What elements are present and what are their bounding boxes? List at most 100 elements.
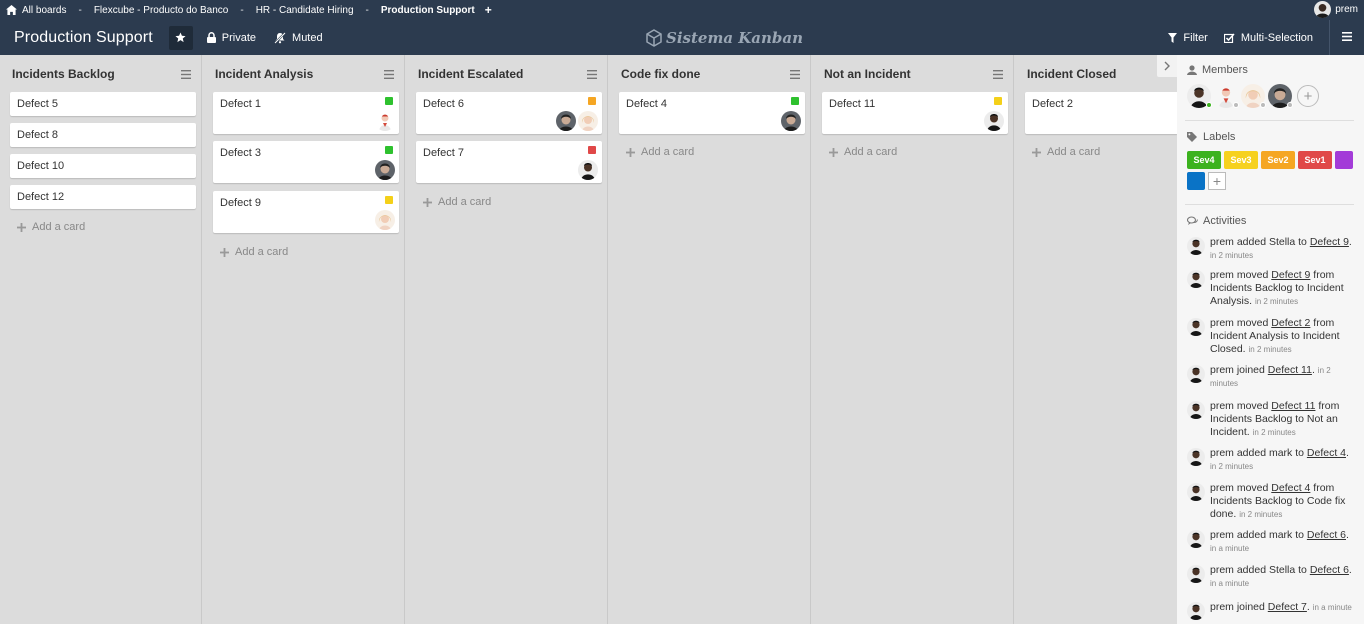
card-title: Defect 10 bbox=[17, 160, 65, 172]
label-sev3-marker bbox=[994, 97, 1002, 105]
card-defect-12[interactable]: Defect 12 bbox=[10, 185, 196, 209]
collapse-sidebar-button[interactable] bbox=[1157, 55, 1177, 77]
card-defect-4[interactable]: Defect 4 bbox=[619, 92, 805, 134]
member-avatar-stella[interactable] bbox=[1241, 84, 1266, 108]
label-sev2[interactable]: Sev2 bbox=[1261, 151, 1295, 169]
list-menu-icon[interactable] bbox=[993, 69, 1003, 79]
list-menu-icon[interactable] bbox=[181, 69, 191, 79]
online-status-dot bbox=[1206, 102, 1212, 108]
label-sev3[interactable]: Sev3 bbox=[1224, 151, 1258, 169]
member-avatar-dark-hair[interactable] bbox=[781, 111, 801, 131]
list-menu-icon[interactable] bbox=[384, 69, 394, 79]
list-header: Incident Closed bbox=[1015, 55, 1177, 93]
activity-card-link[interactable]: Defect 7 bbox=[1268, 601, 1307, 613]
crumb-all-boards[interactable]: All boards bbox=[22, 5, 66, 16]
member-avatar-stella[interactable] bbox=[375, 210, 395, 230]
card-defect-2[interactable]: Defect 2 bbox=[1025, 92, 1177, 134]
card-title: Defect 12 bbox=[17, 191, 65, 203]
crumb-separator: - bbox=[365, 4, 369, 16]
activity-avatar bbox=[1187, 602, 1205, 620]
activity-card-link[interactable]: Defect 11 bbox=[1268, 364, 1312, 376]
add-card-button[interactable]: Add a card bbox=[423, 196, 491, 208]
list-menu-icon[interactable] bbox=[790, 69, 800, 79]
list-title[interactable]: Not an Incident bbox=[824, 67, 911, 81]
activity-card-link[interactable]: Defect 9 bbox=[1271, 269, 1310, 281]
list-menu-icon[interactable] bbox=[587, 69, 597, 79]
add-card-label: Add a card bbox=[235, 246, 289, 258]
star-button[interactable] bbox=[168, 25, 193, 50]
add-label-button[interactable]: + bbox=[1208, 172, 1226, 190]
plus-icon bbox=[829, 147, 838, 157]
crumb-separator: - bbox=[240, 4, 244, 16]
add-board-icon[interactable]: + bbox=[485, 3, 492, 17]
card-defect-1[interactable]: Defect 1 bbox=[213, 92, 399, 134]
card-defect-6[interactable]: Defect 6 bbox=[416, 92, 602, 134]
crumb-production-support[interactable]: Production Support bbox=[381, 5, 475, 16]
crumb-flexcube[interactable]: Flexcube - Producto do Banco bbox=[94, 5, 229, 16]
activities-title: Activities bbox=[1203, 215, 1247, 227]
user-menu[interactable]: prem bbox=[1314, 1, 1358, 18]
activity-item: prem added mark to Defect 6. in a minute bbox=[1187, 529, 1359, 555]
muted-button[interactable]: Muted bbox=[274, 32, 323, 44]
member-avatar-dark-hair[interactable] bbox=[1268, 84, 1293, 108]
member-avatar-mark[interactable] bbox=[375, 111, 395, 131]
member-avatar-mark[interactable] bbox=[1214, 84, 1239, 108]
list-title[interactable]: Incident Analysis bbox=[215, 67, 313, 81]
member-avatar-prem[interactable] bbox=[578, 160, 598, 180]
chevron-right-icon bbox=[1164, 61, 1170, 71]
card-defect-11[interactable]: Defect 11 bbox=[822, 92, 1008, 134]
activity-card-link[interactable]: Defect 4 bbox=[1271, 482, 1310, 494]
member-avatar-stella[interactable] bbox=[578, 111, 598, 131]
add-card-button[interactable]: Add a card bbox=[829, 146, 897, 158]
member-avatar-prem[interactable] bbox=[1187, 84, 1212, 108]
card-defect-9[interactable]: Defect 9 bbox=[213, 191, 399, 233]
brand-name: Sistema Kanban bbox=[666, 28, 804, 47]
label-purple[interactable] bbox=[1335, 151, 1353, 169]
activity-time: in a minute bbox=[1210, 544, 1250, 553]
multi-selection-button[interactable]: Multi-Selection bbox=[1223, 32, 1313, 44]
member-avatar-dark-hair[interactable] bbox=[375, 160, 395, 180]
card-defect-7[interactable]: Defect 7 bbox=[416, 141, 602, 183]
list-title[interactable]: Code fix done bbox=[621, 67, 700, 81]
activity-card-link[interactable]: Defect 6 bbox=[1307, 529, 1346, 541]
private-label: Private bbox=[221, 31, 257, 44]
activity-text: prem joined bbox=[1210, 364, 1268, 376]
list-title[interactable]: Incidents Backlog bbox=[12, 67, 115, 81]
add-card-button[interactable]: Add a card bbox=[220, 246, 288, 258]
card-defect-8[interactable]: Defect 8 bbox=[10, 123, 196, 147]
activity-text: . bbox=[1346, 447, 1349, 459]
members-heading: Members bbox=[1187, 64, 1248, 76]
label-blue[interactable] bbox=[1187, 172, 1205, 190]
list-header: Code fix done bbox=[609, 55, 810, 93]
filter-button[interactable]: Filter bbox=[1168, 31, 1208, 44]
list-incident-analysis: Incident Analysis Defect 1 Defect 3 Defe… bbox=[203, 55, 405, 624]
activity-card-link[interactable]: Defect 4 bbox=[1307, 447, 1346, 459]
star-icon bbox=[175, 32, 186, 43]
offline-status-dot bbox=[1233, 102, 1239, 108]
label-sev4[interactable]: Sev4 bbox=[1187, 151, 1221, 169]
add-card-button[interactable]: Add a card bbox=[1032, 146, 1100, 158]
hamburger-menu-icon[interactable] bbox=[1342, 31, 1352, 44]
private-button[interactable]: Private bbox=[206, 31, 257, 44]
activity-card-link[interactable]: Defect 2 bbox=[1271, 317, 1310, 329]
crumb-hr-hiring[interactable]: HR - Candidate Hiring bbox=[256, 5, 354, 16]
activity-card-link[interactable]: Defect 9 bbox=[1310, 236, 1349, 248]
members-title: Members bbox=[1202, 64, 1248, 76]
member-avatar-prem[interactable] bbox=[984, 111, 1004, 131]
label-sev1[interactable]: Sev1 bbox=[1298, 151, 1332, 169]
activity-card-link[interactable]: Defect 11 bbox=[1271, 400, 1315, 412]
card-title: Defect 4 bbox=[626, 98, 667, 110]
board-title[interactable]: Production Support bbox=[14, 29, 153, 47]
labels-list: Sev4 Sev3 Sev2 Sev1 + bbox=[1187, 151, 1359, 190]
add-card-button[interactable]: Add a card bbox=[17, 221, 85, 233]
card-defect-10[interactable]: Defect 10 bbox=[10, 154, 196, 178]
add-member-button[interactable]: + bbox=[1297, 85, 1319, 107]
list-title[interactable]: Incident Closed bbox=[1027, 67, 1116, 81]
card-defect-5[interactable]: Defect 5 bbox=[10, 92, 196, 116]
activity-card-link[interactable]: Defect 6 bbox=[1310, 564, 1349, 576]
card-defect-3[interactable]: Defect 3 bbox=[213, 141, 399, 183]
member-avatar-dark-hair[interactable] bbox=[556, 111, 576, 131]
filter-label: Filter bbox=[1183, 31, 1208, 44]
list-title[interactable]: Incident Escalated bbox=[418, 67, 523, 81]
add-card-button[interactable]: Add a card bbox=[626, 146, 694, 158]
